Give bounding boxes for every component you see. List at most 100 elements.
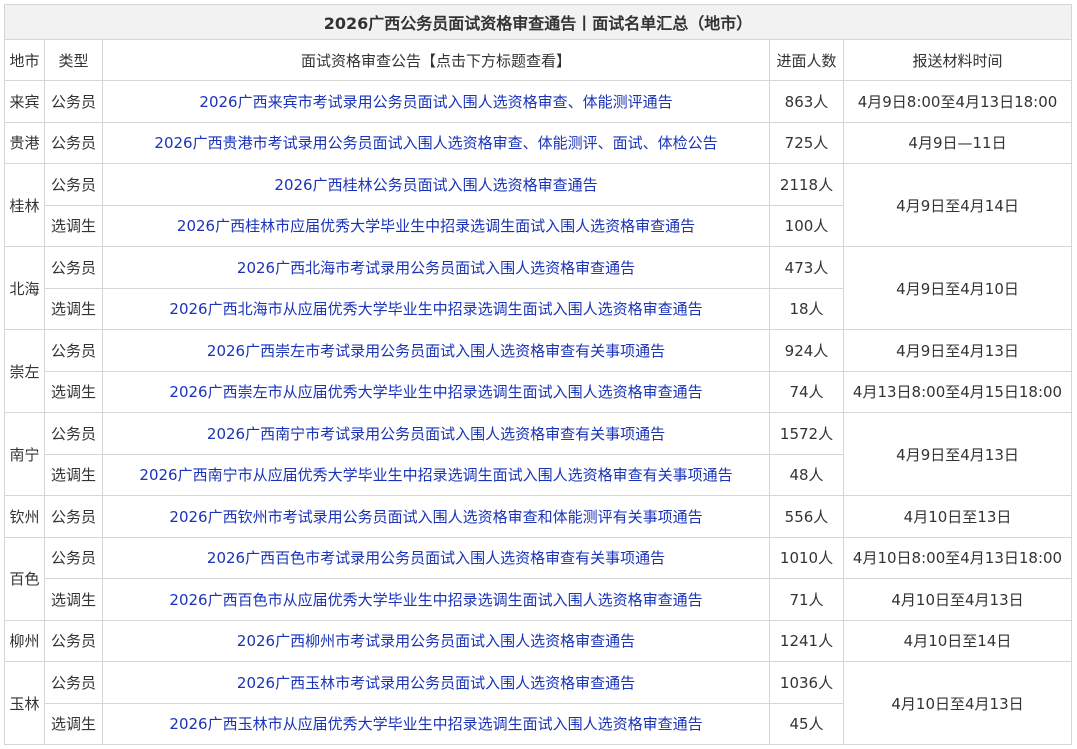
type-cell: 选调生	[44, 702, 103, 745]
count-cell: 1572人	[769, 412, 844, 455]
time-cell: 4月13日8:00至4月15日18:00	[842, 370, 1073, 413]
notice-cell: 2026广西玉林市从应届优秀大学毕业生中招录选调生面试入围人选资格审查通告	[102, 702, 770, 745]
time-cell: 4月10日8:00至4月13日18:00	[842, 536, 1073, 579]
time-cell: 4月9日—11日	[842, 121, 1073, 164]
notice-cell: 2026广西崇左市考试录用公务员面试入围人选资格审查有关事项通告	[102, 329, 770, 372]
city-cell: 玉林	[4, 661, 45, 745]
city-cell: 百色	[4, 536, 45, 621]
table-row: 选调生 2026广西百色市从应届优秀大学毕业生中招录选调生面试入围人选资格审查通…	[5, 578, 1073, 621]
notice-link[interactable]: 2026广西崇左市考试录用公务员面试入围人选资格审查有关事项通告	[207, 342, 665, 360]
type-cell: 公务员	[44, 661, 103, 704]
type-cell: 公务员	[44, 329, 103, 372]
city-cell: 桂林	[4, 163, 45, 247]
time-cell: 4月9日8:00至4月13日18:00	[842, 80, 1073, 123]
notice-link[interactable]: 2026广西玉林市从应届优秀大学毕业生中招录选调生面试入围人选资格审查通告	[169, 715, 702, 733]
notice-link[interactable]: 2026广西桂林市应届优秀大学毕业生中招录选调生面试入围人选资格审查通告	[177, 217, 695, 235]
city-cell: 来宾	[4, 80, 45, 123]
count-cell: 71人	[769, 578, 844, 621]
type-cell: 选调生	[44, 578, 103, 621]
notice-cell: 2026广西柳州市考试录用公务员面试入围人选资格审查通告	[102, 619, 770, 662]
notice-cell: 2026广西南宁市从应届优秀大学毕业生中招录选调生面试入围人选资格审查有关事项通…	[102, 453, 770, 496]
table-row: 崇左 公务员 2026广西崇左市考试录用公务员面试入围人选资格审查有关事项通告 …	[4, 329, 1073, 413]
table-row: 钦州 公务员 2026广西钦州市考试录用公务员面试入围人选资格审查和体能测评有关…	[4, 495, 1073, 538]
time-cell: 4月10日至14日	[842, 619, 1073, 662]
table-row: 北海 公务员 2026广西北海市考试录用公务员面试入围人选资格审查通告 473人…	[4, 246, 1073, 330]
notice-cell: 2026广西北海市从应届优秀大学毕业生中招录选调生面试入围人选资格审查通告	[102, 287, 770, 330]
city-cell: 贵港	[4, 121, 45, 164]
type-cell: 公务员	[44, 163, 103, 206]
time-cell: 4月9日至4月10日	[842, 246, 1073, 330]
city-cell: 柳州	[4, 619, 45, 662]
notice-link[interactable]: 2026广西南宁市从应届优秀大学毕业生中招录选调生面试入围人选资格审查有关事项通…	[139, 466, 732, 484]
column-header-count: 进面人数	[769, 39, 844, 81]
notice-cell: 2026广西桂林市应届优秀大学毕业生中招录选调生面试入围人选资格审查通告	[102, 204, 770, 247]
notice-link[interactable]: 2026广西贵港市考试录用公务员面试入围人选资格审查、体能测评、面试、体检公告	[154, 134, 717, 152]
column-header-city: 地市	[4, 39, 45, 81]
notice-cell: 2026广西钦州市考试录用公务员面试入围人选资格审查和体能测评有关事项通告	[102, 495, 770, 538]
city-cell: 北海	[4, 246, 45, 330]
notice-link[interactable]: 2026广西玉林市考试录用公务员面试入围人选资格审查通告	[237, 674, 635, 692]
count-cell: 74人	[769, 370, 844, 413]
count-cell: 863人	[769, 80, 844, 123]
column-header-time: 报送材料时间	[842, 39, 1073, 81]
city-cell: 崇左	[4, 329, 45, 413]
type-cell: 公务员	[44, 495, 103, 538]
notice-cell: 2026广西南宁市考试录用公务员面试入围人选资格审查有关事项通告	[102, 412, 770, 455]
time-cell: 4月9日至4月14日	[842, 163, 1073, 247]
notice-link[interactable]: 2026广西来宾市考试录用公务员面试入围人选资格审查、体能测评通告	[199, 93, 672, 111]
notice-link[interactable]: 2026广西柳州市考试录用公务员面试入围人选资格审查通告	[237, 632, 635, 650]
notice-cell: 2026广西崇左市从应届优秀大学毕业生中招录选调生面试入围人选资格审查通告	[102, 370, 770, 413]
type-cell: 公务员	[44, 121, 103, 164]
table-row: 百色 公务员 2026广西百色市考试录用公务员面试入围人选资格审查有关事项通告 …	[4, 536, 1073, 621]
time-cell: 4月10日至13日	[842, 495, 1073, 538]
notice-link[interactable]: 2026广西南宁市考试录用公务员面试入围人选资格审查有关事项通告	[207, 425, 665, 443]
count-cell: 473人	[769, 246, 844, 289]
notice-link[interactable]: 2026广西钦州市考试录用公务员面试入围人选资格审查和体能测评有关事项通告	[169, 508, 702, 526]
count-cell: 556人	[769, 495, 844, 538]
time-cell: 4月10日至4月13日	[842, 578, 1073, 621]
table-title: 2026广西公务员面试资格审查通告丨面试名单汇总（地市）	[3, 4, 1073, 40]
notice-link[interactable]: 2026广西崇左市从应届优秀大学毕业生中招录选调生面试入围人选资格审查通告	[169, 383, 702, 401]
type-cell: 公务员	[44, 412, 103, 455]
notice-cell: 2026广西桂林公务员面试入围人选资格审查通告	[102, 163, 770, 206]
type-cell: 选调生	[44, 287, 103, 330]
type-cell: 公务员	[44, 536, 103, 579]
city-cell: 钦州	[4, 495, 45, 538]
count-cell: 924人	[769, 329, 844, 372]
notice-link[interactable]: 2026广西百色市考试录用公务员面试入围人选资格审查有关事项通告	[207, 549, 665, 567]
table-row: 来宾 公务员 2026广西来宾市考试录用公务员面试入围人选资格审查、体能测评通告…	[4, 80, 1073, 123]
table-row: 贵港 公务员 2026广西贵港市考试录用公务员面试入围人选资格审查、体能测评、面…	[4, 121, 1073, 164]
count-cell: 45人	[769, 702, 844, 745]
type-cell: 公务员	[44, 619, 103, 662]
type-cell: 选调生	[44, 453, 103, 496]
notice-cell: 2026广西百色市从应届优秀大学毕业生中招录选调生面试入围人选资格审查通告	[102, 578, 770, 621]
city-cell: 南宁	[4, 412, 45, 496]
table-row: 柳州 公务员 2026广西柳州市考试录用公务员面试入围人选资格审查通告 1241…	[4, 619, 1073, 662]
notice-cell: 2026广西北海市考试录用公务员面试入围人选资格审查通告	[102, 246, 770, 289]
notice-cell: 2026广西玉林市考试录用公务员面试入围人选资格审查通告	[102, 661, 770, 704]
notice-link[interactable]: 2026广西北海市从应届优秀大学毕业生中招录选调生面试入围人选资格审查通告	[169, 300, 702, 318]
count-cell: 1241人	[769, 619, 844, 662]
count-cell: 48人	[769, 453, 844, 496]
type-cell: 公务员	[44, 80, 103, 123]
time-cell: 4月10日至4月13日	[842, 661, 1073, 745]
count-cell: 1036人	[769, 661, 844, 704]
table-row: 玉林 公务员 2026广西玉林市考试录用公务员面试入围人选资格审查通告 1036…	[4, 661, 1073, 745]
count-cell: 725人	[769, 121, 844, 164]
count-cell: 1010人	[769, 536, 844, 579]
notice-link[interactable]: 2026广西北海市考试录用公务员面试入围人选资格审查通告	[237, 259, 635, 277]
notice-cell: 2026广西贵港市考试录用公务员面试入围人选资格审查、体能测评、面试、体检公告	[102, 121, 770, 164]
notice-cell: 2026广西百色市考试录用公务员面试入围人选资格审查有关事项通告	[102, 536, 770, 579]
table-row: 南宁 公务员 2026广西南宁市考试录用公务员面试入围人选资格审查有关事项通告 …	[4, 412, 1073, 496]
count-cell: 100人	[769, 204, 844, 247]
count-cell: 2118人	[769, 163, 844, 206]
column-header-type: 类型	[44, 39, 103, 81]
type-cell: 选调生	[44, 204, 103, 247]
notice-cell: 2026广西来宾市考试录用公务员面试入围人选资格审查、体能测评通告	[102, 80, 770, 123]
type-cell: 公务员	[44, 246, 103, 289]
column-header-notice: 面试资格审查公告【点击下方标题查看】	[102, 39, 770, 81]
count-cell: 18人	[769, 287, 844, 330]
notice-link[interactable]: 2026广西桂林公务员面试入围人选资格审查通告	[274, 176, 597, 194]
type-cell: 选调生	[44, 370, 103, 413]
notice-link[interactable]: 2026广西百色市从应届优秀大学毕业生中招录选调生面试入围人选资格审查通告	[169, 591, 702, 609]
